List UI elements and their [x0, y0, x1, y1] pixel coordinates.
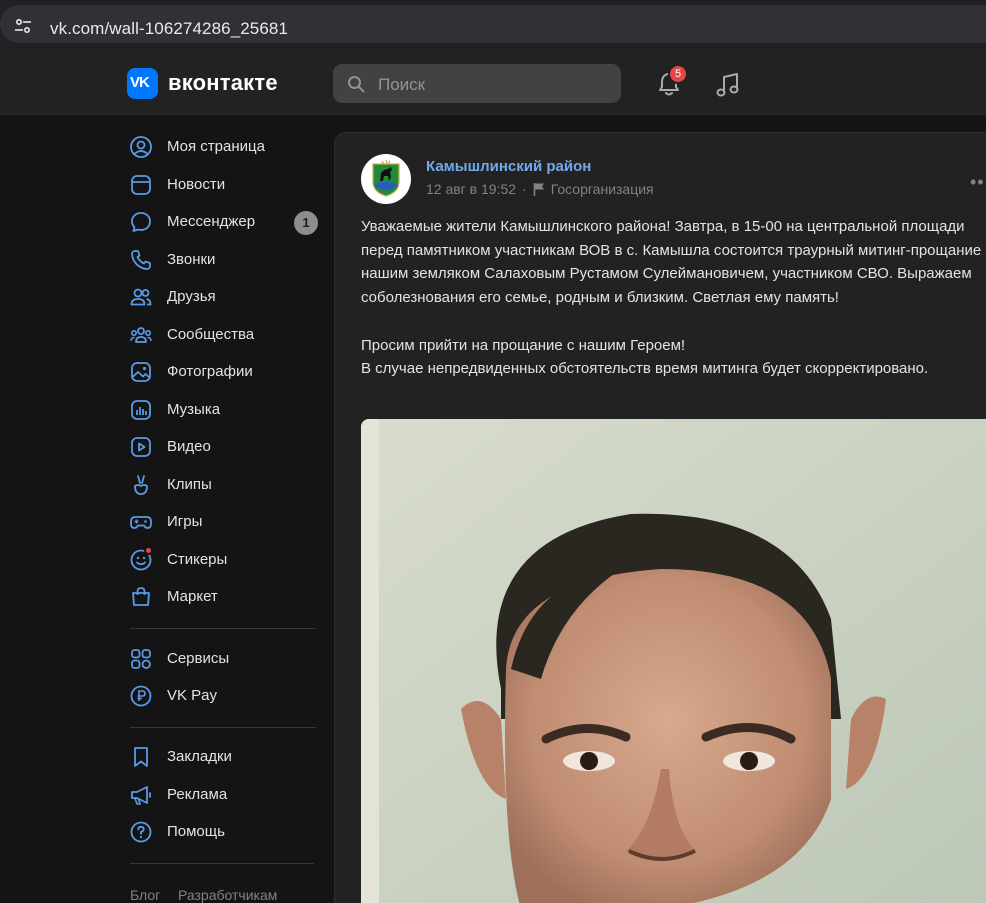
megaphone-icon: [131, 786, 151, 805]
sidebar-item-label: Помощь: [167, 823, 225, 840]
sidebar-item-label: Друзья: [167, 288, 216, 305]
sidebar-item-news[interactable]: Новости: [127, 167, 323, 203]
post-photo[interactable]: [361, 419, 986, 903]
sidebar-item-ads[interactable]: Реклама: [127, 777, 323, 813]
sidebar-item-market[interactable]: Маркет: [127, 579, 323, 615]
new-indicator-dot: [144, 546, 153, 555]
sidebar-item-label: Моя страница: [167, 138, 265, 155]
sidebar-item-label: Маркет: [167, 588, 218, 605]
sidebar-item-label: Сервисы: [167, 650, 230, 667]
sidebar-item-music[interactable]: Музыка: [127, 392, 323, 428]
browser-toolbar: vk.com/wall-106274286_25681: [0, 0, 986, 52]
sidebar-item-bookmarks[interactable]: Закладки: [127, 739, 323, 775]
search-icon: [348, 76, 365, 93]
clips-icon: [134, 475, 148, 495]
sidebar-item-clips[interactable]: Клипы: [127, 467, 323, 503]
sidebar-divider: [130, 863, 314, 864]
logo-text: VK: [130, 74, 150, 91]
sidebar-divider: [130, 628, 316, 629]
services-icon: [131, 649, 151, 669]
sidebar-item-messenger[interactable]: Мессенджер 1: [127, 204, 323, 240]
group-name-link[interactable]: Камышлинский район: [426, 158, 591, 175]
coat-of-arms-icon: [372, 159, 400, 197]
sidebar-item-label: Мессенджер: [167, 213, 256, 230]
sidebar-item-label: Клипы: [167, 476, 212, 493]
sidebar-divider: [130, 727, 316, 728]
help-icon: [130, 821, 152, 843]
sidebar-item-label: Реклама: [167, 786, 228, 803]
tune-icon[interactable]: [14, 19, 32, 33]
video-icon: [131, 437, 151, 457]
post-body-text: Уважаемые жители Камышлинского района! З…: [361, 218, 986, 378]
sidebar-item-calls[interactable]: Звонки: [127, 242, 323, 278]
phone-icon: [131, 250, 151, 270]
post-date[interactable]: 12 авг в 19:52: [426, 181, 516, 197]
footer-link-blog[interactable]: Блог: [130, 887, 160, 903]
sidebar-item-games[interactable]: Игры: [127, 504, 323, 540]
sidebar-item-label: Новости: [167, 176, 226, 193]
sidebar-item-communities[interactable]: Сообщества: [127, 317, 323, 353]
gamepad-icon: [130, 516, 152, 529]
sidebar-item-video[interactable]: Видео: [127, 429, 323, 465]
sidebar-item-my-page[interactable]: Моя страница: [127, 129, 323, 165]
sidebar-item-stickers[interactable]: Стикеры: [127, 542, 323, 578]
vk-wordmark[interactable]: вконтакте: [168, 70, 278, 96]
photo-icon: [131, 362, 151, 382]
notification-badge: 5: [668, 64, 688, 84]
sidebar-item-label: VK Pay: [167, 687, 218, 704]
sidebar-item-label: Сообщества: [167, 326, 255, 343]
url-text[interactable]: vk.com/wall-106274286_25681: [50, 19, 288, 39]
flag-icon: [533, 183, 544, 196]
bookmark-icon: [134, 747, 148, 767]
sidebar-item-label: Стикеры: [167, 551, 228, 568]
sidebar-item-photos[interactable]: Фотографии: [127, 354, 323, 390]
communities-icon: [130, 327, 152, 343]
search-placeholder: Поиск: [378, 75, 426, 94]
user-circle-icon: [130, 136, 152, 158]
sidebar-item-help[interactable]: Помощь: [127, 814, 323, 850]
sidebar-item-label: Звонки: [167, 251, 216, 268]
post-category: Госорганизация: [550, 181, 654, 197]
sidebar-item-label: Закладки: [167, 748, 232, 765]
sidebar-item-label: Видео: [167, 438, 211, 455]
group-avatar[interactable]: [361, 154, 411, 204]
market-icon: [132, 587, 150, 606]
vk-logo-icon[interactable]: VK: [127, 68, 158, 99]
unread-count-badge: 1: [294, 211, 318, 235]
music-note-icon[interactable]: [713, 70, 743, 100]
address-bar[interactable]: vk.com/wall-106274286_25681: [0, 5, 986, 43]
portrait-image: [361, 419, 986, 903]
post-meta: 12 авг в 19:52 · Госорганизация: [426, 181, 654, 197]
music-icon: [131, 400, 151, 420]
more-horizontal-icon[interactable]: ••: [970, 172, 985, 193]
meta-separator: ·: [522, 181, 527, 197]
friends-icon: [130, 288, 152, 306]
news-icon: [131, 175, 151, 195]
search-input[interactable]: Поиск: [333, 64, 621, 103]
sidebar-item-vk-pay[interactable]: VK Pay: [127, 678, 323, 714]
vkpay-icon: [130, 685, 152, 707]
footer-link-developers[interactable]: Разработчикам: [178, 887, 277, 903]
sidebar-item-label: Игры: [167, 513, 203, 530]
sidebar-item-services[interactable]: Сервисы: [127, 641, 323, 677]
sidebar-item-friends[interactable]: Друзья: [127, 279, 323, 315]
message-icon: [131, 212, 151, 232]
sidebar-item-label: Музыка: [167, 401, 221, 418]
sidebar-item-label: Фотографии: [167, 363, 253, 380]
